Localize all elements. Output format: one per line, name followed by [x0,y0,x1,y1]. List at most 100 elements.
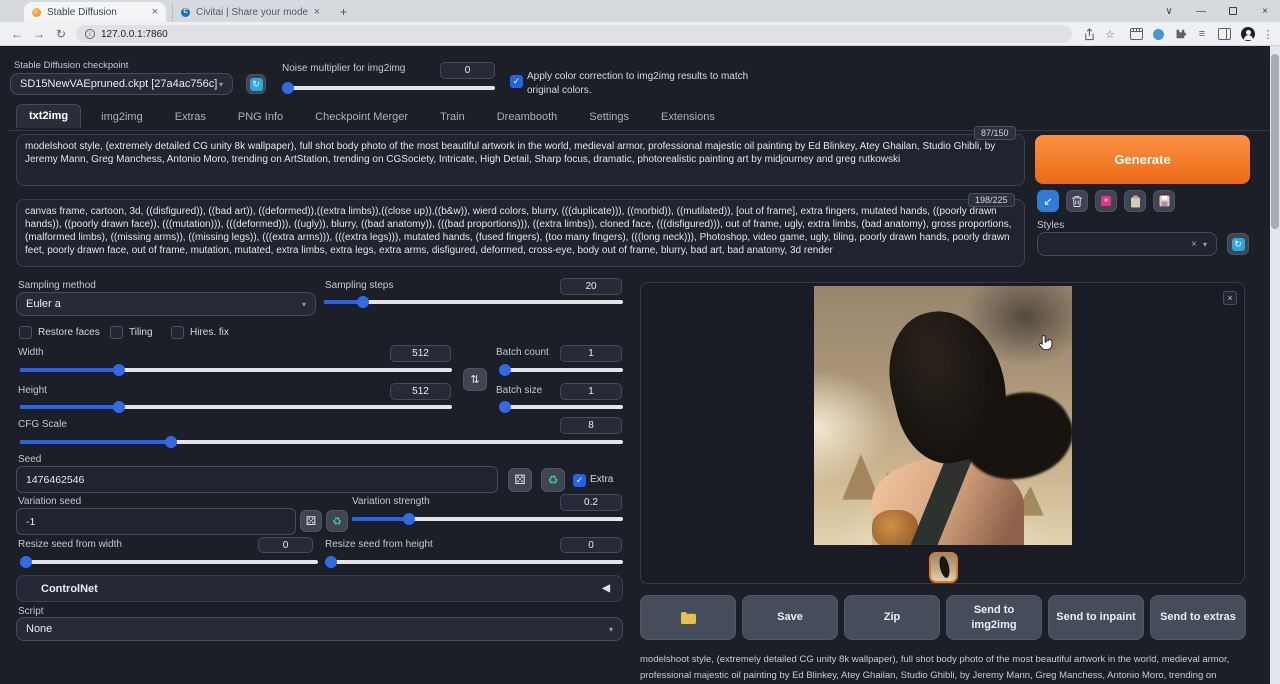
variation-strength-slider[interactable] [352,517,623,521]
tab-close-icon[interactable]: × [314,6,320,18]
cfg-scale-slider[interactable] [20,440,623,444]
address-bar[interactable]: i 127.0.0.1:7860 [76,25,1072,43]
negative-prompt-textarea[interactable]: canvas frame, cartoon, 3d, ((disfigured)… [16,199,1025,267]
extra-networks-button[interactable] [1095,190,1117,212]
share-icon[interactable] [1078,25,1098,43]
sampling-method-dropdown[interactable]: Euler a ▾ [16,292,316,316]
noise-multiplier-input[interactable]: 0 [440,62,495,79]
reading-list-icon[interactable]: ≡ [1192,25,1212,43]
noise-multiplier-label: Noise multiplier for img2img [282,63,405,74]
trash-icon [1071,195,1083,208]
reload-icon[interactable]: ↻ [52,25,70,43]
batch-size-input[interactable]: 1 [560,383,622,400]
site-info-icon[interactable]: i [85,29,95,39]
back-icon[interactable]: ← [8,25,26,43]
checkpoint-label: Stable Diffusion checkpoint [14,60,128,71]
seed-input[interactable]: 1476462546 [16,466,498,493]
recycle-icon: ♻ [332,515,342,528]
resize-seed-height-input[interactable]: 0 [560,537,622,553]
width-label: Width [18,347,44,358]
read-generation-params-button[interactable]: ↙ [1037,190,1059,212]
random-variation-seed-button[interactable]: ⚄ [300,510,322,532]
gallery-thumbnail-selected[interactable] [929,552,958,583]
prompt-textarea[interactable]: modelshoot style, (extremely detailed CG… [16,134,1025,186]
hires-fix-checkbox[interactable] [171,326,184,339]
tab-txt2img[interactable]: txt2img [16,104,81,128]
window-minimize-button[interactable]: — [1186,0,1216,22]
window-close-button[interactable]: × [1250,0,1280,22]
tab-settings[interactable]: Settings [577,106,641,128]
clear-prompt-button[interactable] [1066,190,1088,212]
save-button[interactable]: Save [742,595,838,640]
refresh-styles-button[interactable]: ↻ [1227,233,1249,255]
extensions-puzzle-icon[interactable] [1170,25,1190,43]
mouse-cursor-hand [1039,334,1054,357]
extra-seed-checkbox[interactable]: ✓ [573,474,586,487]
send-to-inpaint-button[interactable]: Send to inpaint [1048,595,1144,640]
batch-size-slider[interactable] [500,405,623,409]
script-value: None [26,623,52,635]
height-slider[interactable] [20,405,452,409]
browser-tab-stable-diffusion[interactable]: Stable Diffusion × [24,2,166,22]
tiling-checkbox[interactable] [110,326,123,339]
scrollbar-thumb[interactable] [1271,54,1279,229]
tab-close-icon[interactable]: × [152,6,158,18]
generated-image[interactable] [814,286,1072,545]
window-restore-button[interactable] [1218,0,1248,22]
color-correction-checkbox[interactable]: ✓ [510,75,523,88]
result-gallery-panel: × [640,282,1245,584]
refresh-checkpoint-button[interactable]: ↻ [246,74,266,94]
width-input[interactable]: 512 [390,345,451,362]
browser-tab-civitai[interactable]: C Civitai | Share your models × [172,2,328,22]
bookmark-star-icon[interactable]: ☆ [1100,25,1120,43]
send-to-img2img-button[interactable]: Send to img2img [946,595,1042,640]
swap-width-height-button[interactable]: ⇅ [463,368,487,391]
tab-png-info[interactable]: PNG Info [226,106,295,128]
sampling-steps-input[interactable]: 20 [560,278,622,295]
variation-seed-input[interactable]: -1 [16,508,296,535]
controlnet-accordion[interactable]: ControlNet ◀ [16,575,623,602]
batch-count-slider[interactable] [500,368,623,372]
window-chevron-icon[interactable]: ∨ [1154,0,1184,22]
open-folder-button[interactable] [640,595,736,640]
random-seed-button[interactable]: ⚄ [508,468,532,492]
tab-dreambooth[interactable]: Dreambooth [485,106,570,128]
forward-icon[interactable]: → [30,25,48,43]
reuse-seed-button[interactable]: ♻ [541,468,565,492]
profile-avatar[interactable] [1238,25,1258,43]
tab-extras[interactable]: Extras [163,106,218,128]
page-scrollbar[interactable] [1270,46,1280,684]
variation-strength-input[interactable]: 0.2 [560,494,622,511]
tab-extensions[interactable]: Extensions [649,106,727,128]
extension-blue-dot-icon[interactable] [1148,25,1168,43]
tab-img2img[interactable]: img2img [89,106,155,128]
clear-styles-icon[interactable]: × [1191,239,1197,250]
width-slider[interactable] [20,368,452,372]
send-to-extras-button[interactable]: Send to extras [1150,595,1246,640]
browser-menu-icon[interactable]: ⋮ [1258,25,1278,43]
reuse-variation-seed-button[interactable]: ♻ [326,510,348,532]
close-gallery-button[interactable]: × [1223,291,1237,305]
resize-seed-width-input[interactable]: 0 [258,537,313,553]
tab-checkpoint-merger[interactable]: Checkpoint Merger [303,106,420,128]
apply-styles-button[interactable] [1124,190,1146,212]
sampling-steps-slider[interactable] [324,300,623,304]
generate-button[interactable]: Generate [1035,135,1250,184]
cfg-scale-input[interactable]: 8 [560,417,622,434]
resize-seed-width-slider[interactable] [20,560,318,564]
restore-faces-checkbox[interactable] [19,326,32,339]
resize-seed-height-slider[interactable] [325,560,623,564]
save-style-button[interactable] [1153,190,1175,212]
script-dropdown[interactable]: None ▾ [16,617,623,641]
side-panel-icon[interactable] [1214,25,1234,43]
noise-multiplier-slider[interactable] [282,86,495,90]
extension-media-icon[interactable] [1126,25,1146,43]
new-tab-button[interactable]: + [336,4,351,19]
checkpoint-dropdown[interactable]: SD15NewVAEpruned.ckpt [27a4ac756c] ▾ [10,73,233,95]
tab-train[interactable]: Train [428,106,477,128]
zip-button[interactable]: Zip [844,595,940,640]
batch-count-input[interactable]: 1 [560,345,622,362]
styles-dropdown[interactable]: × ▾ [1037,232,1217,256]
height-input[interactable]: 512 [390,383,451,400]
sampling-steps-label: Sampling steps [325,280,393,291]
